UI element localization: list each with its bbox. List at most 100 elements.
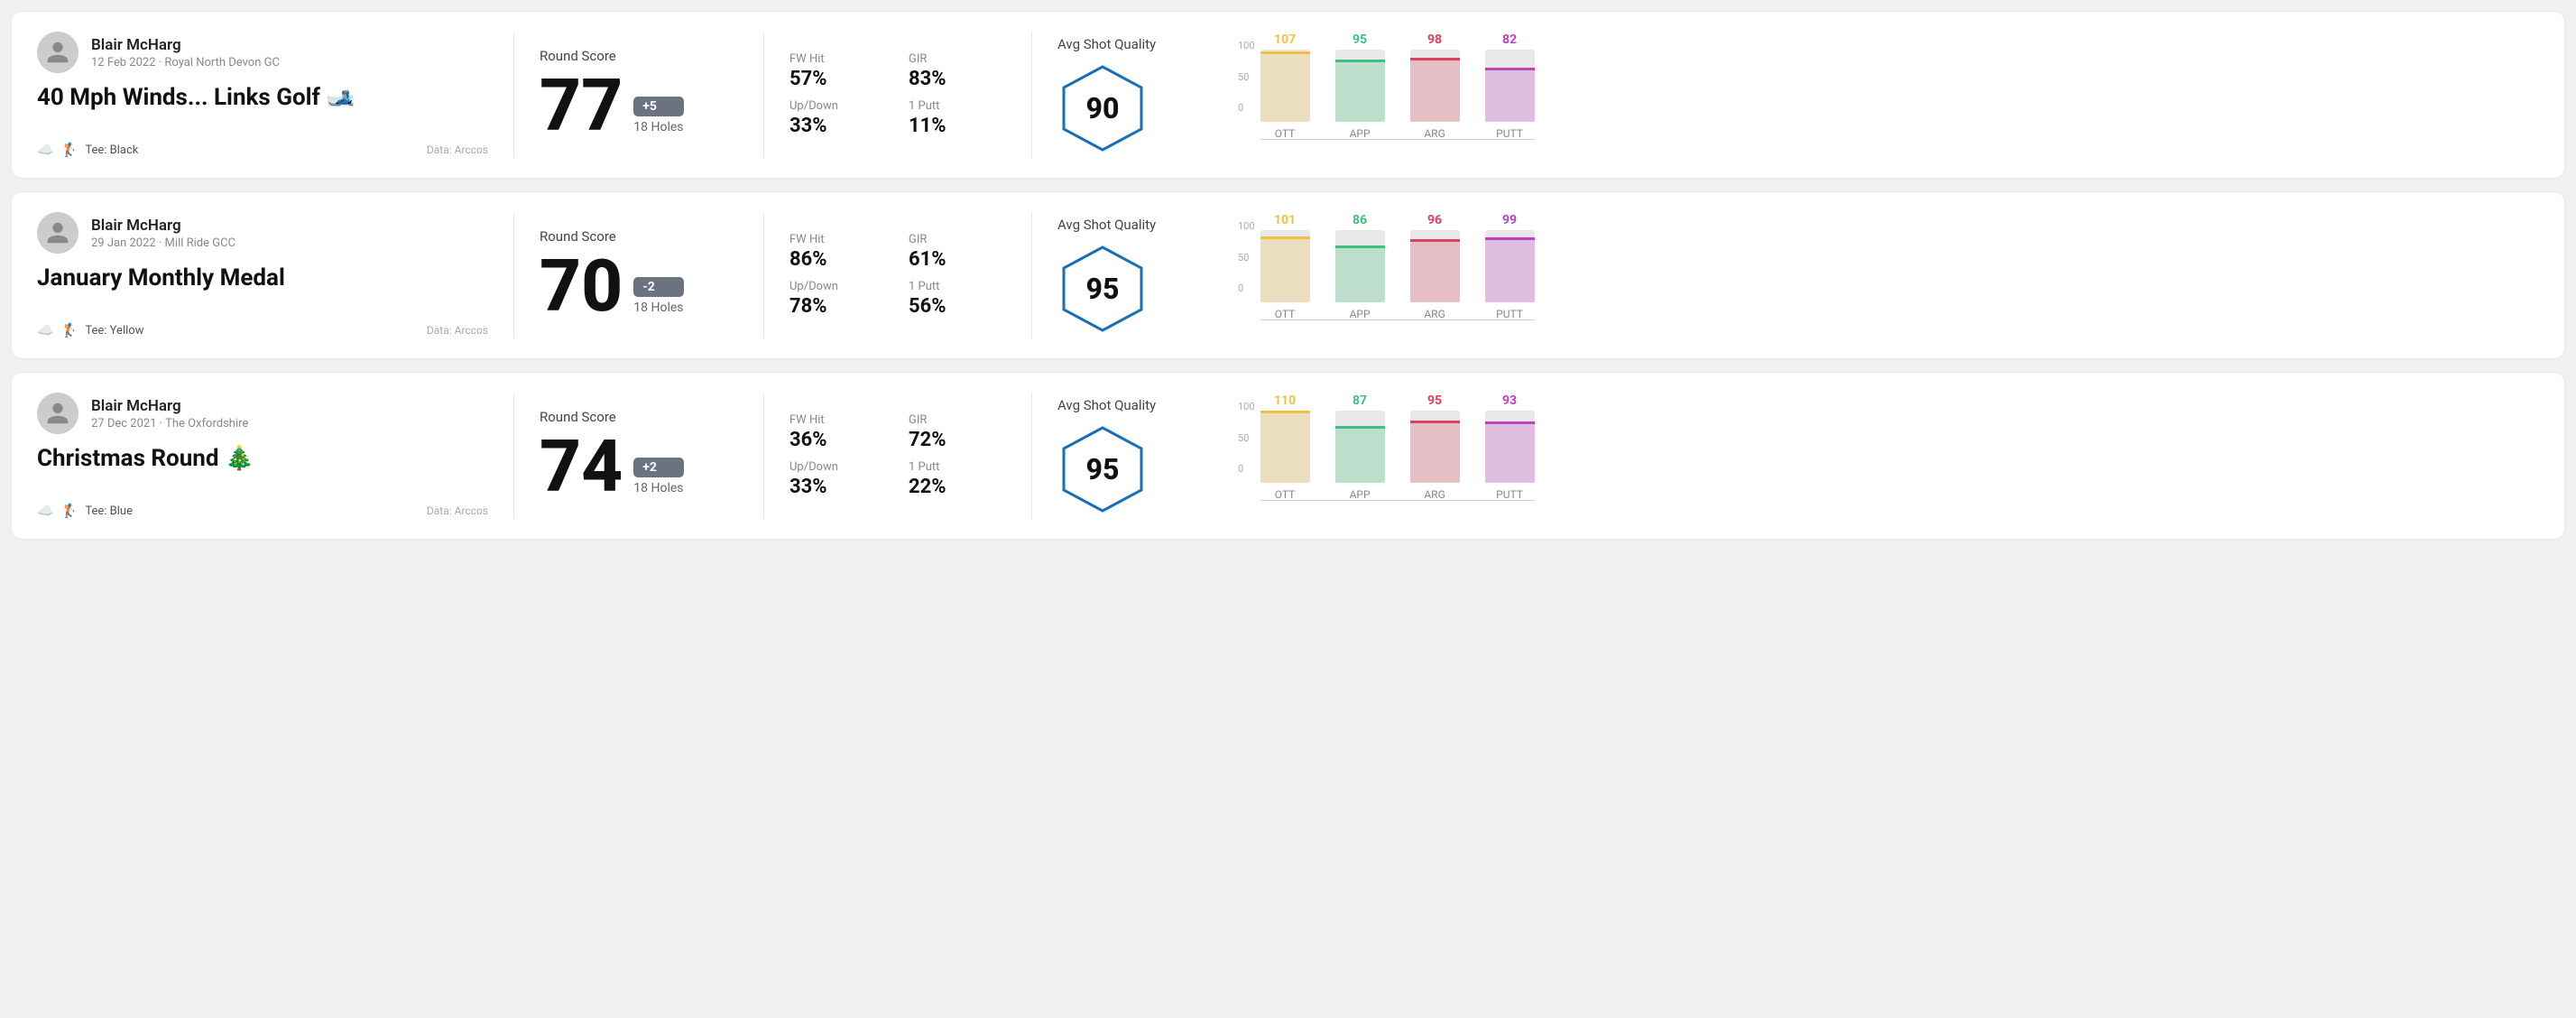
score-number: 77	[540, 69, 623, 142]
bar-label: APP	[1350, 308, 1371, 320]
bar-fill-bg	[1335, 426, 1385, 483]
holes-text: 18 Holes	[633, 481, 683, 495]
bar-bg	[1335, 411, 1385, 483]
avatar	[37, 32, 78, 73]
bar-label: ARG	[1424, 488, 1445, 501]
round-card: Blair McHarg 12 Feb 2022 · Royal North D…	[11, 11, 2565, 179]
bar-fill-bg	[1410, 239, 1460, 302]
bar-bg	[1335, 50, 1385, 122]
user-info: Blair McHarg 29 Jan 2022 · Mill Ride GCC	[91, 217, 235, 250]
gir-label: GIR	[909, 233, 1006, 246]
y-axis: 100 50 0	[1238, 221, 1255, 293]
bar-label: OTT	[1275, 127, 1296, 140]
gir-value: 83%	[909, 68, 1006, 90]
bar-marker	[1485, 237, 1535, 240]
bar-bg	[1485, 230, 1535, 302]
bar-marker	[1335, 245, 1385, 248]
bar-column: 93 PUTT	[1485, 393, 1535, 501]
bar-bg	[1485, 411, 1535, 483]
user-date: 29 Jan 2022 · Mill Ride GCC	[91, 236, 235, 250]
score-number: 74	[540, 430, 623, 503]
updown-stat: Up/Down 33%	[789, 460, 887, 498]
gir-stat: GIR 61%	[909, 233, 1006, 271]
divider-3	[1031, 212, 1032, 338]
bar-value: 101	[1274, 213, 1296, 227]
bar-column: 95 ARG	[1410, 393, 1460, 501]
sq-label: Avg Shot Quality	[1057, 36, 1156, 52]
gir-stat: GIR 83%	[909, 52, 1006, 90]
y-tick-50: 50	[1238, 253, 1255, 263]
oneputt-stat: 1 Putt 11%	[909, 99, 1006, 137]
oneputt-stat: 1 Putt 56%	[909, 280, 1006, 318]
stats-grid: FW Hit 57% GIR 83% Up/Down 33% 1 Putt 11…	[789, 52, 1006, 137]
bar-fill-bg	[1485, 421, 1535, 483]
y-tick-50: 50	[1238, 72, 1255, 82]
tee-label: Tee: Blue	[85, 504, 133, 518]
gir-label: GIR	[909, 52, 1006, 66]
score-badge-col: +2 18 Holes	[633, 458, 683, 503]
score-row: 77 +5 18 Holes	[540, 69, 738, 142]
bar-column: 98 ARG	[1410, 32, 1460, 140]
bar-marker	[1260, 236, 1310, 239]
tee-label: Tee: Black	[85, 143, 138, 157]
round-title: Christmas Round 🎄	[37, 445, 488, 472]
bar-marker	[1485, 68, 1535, 70]
hexagon: 90	[1057, 63, 1148, 153]
bar-bg	[1410, 230, 1460, 302]
golf-bag-icon: 🏌	[61, 503, 78, 519]
bar-chart: 101 OTT 86 APP 96	[1260, 221, 1535, 338]
y-tick-50: 50	[1238, 433, 1255, 443]
divider-2	[763, 32, 764, 158]
user-icon	[45, 220, 70, 245]
bar-chart: 110 OTT 87 APP 95	[1260, 402, 1535, 519]
bar-column: 101 OTT	[1260, 213, 1310, 320]
hexagon-container: 90	[1057, 63, 1148, 153]
golf-bag-icon: 🏌	[61, 322, 78, 338]
score-row: 70 -2 18 Holes	[540, 250, 738, 322]
bar-label: APP	[1350, 127, 1371, 140]
fw-hit-stat: FW Hit 86%	[789, 233, 887, 271]
user-name: Blair McHarg	[91, 397, 248, 415]
shot-quality-section: Avg Shot Quality 90	[1057, 32, 1220, 158]
score-badge: +5	[633, 97, 683, 116]
hexagon-score: 95	[1086, 272, 1120, 306]
hexagon-container: 95	[1057, 424, 1148, 514]
bar-value: 98	[1427, 32, 1442, 47]
chart-section: 100 50 0 101 OTT 86	[1220, 212, 2539, 338]
oneputt-stat: 1 Putt 22%	[909, 460, 1006, 498]
weather-icon: ☁️	[37, 322, 54, 338]
bar-label: OTT	[1275, 308, 1296, 320]
left-section: Blair McHarg 29 Jan 2022 · Mill Ride GCC…	[37, 212, 488, 338]
fw-hit-value: 36%	[789, 429, 887, 451]
sq-label: Avg Shot Quality	[1057, 397, 1156, 413]
bar-bg	[1410, 411, 1460, 483]
user-info: Blair McHarg 12 Feb 2022 · Royal North D…	[91, 36, 280, 69]
updown-stat: Up/Down 78%	[789, 280, 887, 318]
golf-bag-icon: 🏌	[61, 142, 78, 158]
stats-section: FW Hit 86% GIR 61% Up/Down 78% 1 Putt 56…	[789, 212, 1006, 338]
round-card: Blair McHarg 27 Dec 2021 · The Oxfordshi…	[11, 372, 2565, 540]
divider-3	[1031, 32, 1032, 158]
round-title: 40 Mph Winds... Links Golf 🎿	[37, 84, 488, 111]
bar-fill-bg	[1335, 245, 1385, 302]
bar-value: 93	[1502, 393, 1517, 408]
bar-fill-bg	[1260, 51, 1310, 122]
hexagon: 95	[1057, 424, 1148, 514]
fw-hit-label: FW Hit	[789, 52, 887, 66]
hexagon-score: 95	[1086, 452, 1120, 486]
bar-column: 107 OTT	[1260, 32, 1310, 140]
chart-baseline	[1260, 139, 1535, 140]
bar-bg	[1260, 50, 1310, 122]
oneputt-label: 1 Putt	[909, 460, 1006, 474]
avatar	[37, 212, 78, 254]
left-section: Blair McHarg 12 Feb 2022 · Royal North D…	[37, 32, 488, 158]
tee-info: ☁️ 🏌 Tee: Black	[37, 142, 138, 158]
bar-column: 86 APP	[1335, 213, 1385, 320]
bar-column: 110 OTT	[1260, 393, 1310, 501]
y-tick-100: 100	[1238, 41, 1255, 51]
bar-label: PUTT	[1496, 308, 1523, 320]
bar-bg	[1335, 230, 1385, 302]
score-label: Round Score	[540, 409, 738, 425]
data-source: Data: Arccos	[427, 143, 488, 156]
sq-label: Avg Shot Quality	[1057, 217, 1156, 233]
